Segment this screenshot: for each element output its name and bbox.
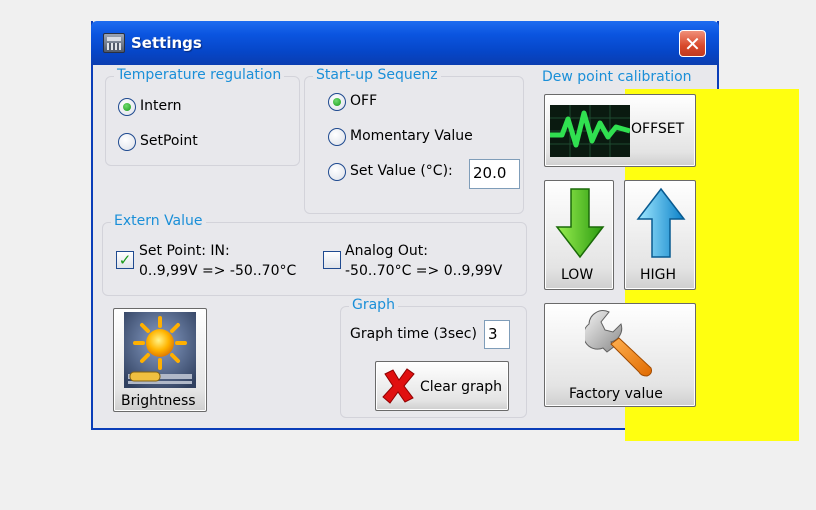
analog-out-checkbox[interactable]	[323, 251, 341, 269]
window-title: Settings	[131, 34, 202, 52]
set-value-label[interactable]: Set Value (°C):	[350, 163, 453, 179]
app-icon	[103, 33, 125, 53]
analog-out-label-line1[interactable]: Analog Out:	[345, 243, 428, 259]
set-value-radio[interactable]	[328, 163, 346, 181]
momentary-value-radio[interactable]	[328, 128, 346, 146]
close-button[interactable]: ✕	[679, 30, 706, 57]
brightness-label: Brightness	[121, 393, 196, 409]
close-icon: ✕	[684, 31, 701, 56]
momentary-value-label[interactable]: Momentary Value	[350, 128, 473, 144]
graph-time-label: Graph time (3sec)	[350, 326, 477, 342]
checkmark-icon: ✓	[118, 251, 132, 269]
graph-time-input[interactable]: 3	[484, 320, 510, 349]
waveform-icon	[550, 105, 630, 157]
setpoint-label[interactable]: SetPoint	[140, 133, 198, 149]
clear-graph-button[interactable]: Clear graph	[375, 361, 509, 411]
wrench-icon	[585, 310, 652, 377]
offset-label: OFFSET	[631, 121, 685, 137]
clear-graph-label: Clear graph	[420, 379, 503, 395]
startup-sequence-legend: Start-up Sequenz	[313, 67, 441, 83]
setpoint-radio[interactable]	[118, 133, 136, 151]
low-button[interactable]: LOW	[544, 180, 614, 290]
startup-off-radio[interactable]	[328, 93, 346, 111]
analog-out-label-line2[interactable]: -50..70°C => 0..9,99V	[345, 263, 502, 279]
sun-slider-icon	[124, 312, 196, 388]
high-button[interactable]: HIGH	[624, 180, 696, 290]
factory-value-label: Factory value	[569, 386, 663, 402]
high-label: HIGH	[640, 267, 677, 283]
red-x-icon	[382, 368, 415, 404]
brightness-button[interactable]: Brightness	[113, 308, 207, 412]
intern-label[interactable]: Intern	[140, 98, 182, 114]
title-bar[interactable]: Settings ✕	[91, 21, 719, 65]
low-label: LOW	[561, 267, 594, 283]
temperature-regulation-legend: Temperature regulation	[114, 67, 285, 83]
dew-point-legend: Dew point calibration	[542, 69, 692, 85]
graph-legend: Graph	[349, 297, 398, 313]
set-value-input[interactable]: 20.0	[469, 159, 520, 189]
factory-value-button[interactable]: Factory value	[544, 303, 696, 407]
extern-value-legend: Extern Value	[111, 213, 206, 229]
intern-radio[interactable]	[118, 98, 136, 116]
startup-off-label[interactable]: OFF	[350, 93, 377, 109]
extern-value-group: Extern Value	[102, 213, 527, 296]
settings-window: Settings ✕ Temperature regulation Intern…	[91, 21, 799, 441]
set-point-label-line1[interactable]: Set Point: IN:	[139, 243, 230, 259]
set-point-label-line2[interactable]: 0..9,99V => -50..70°C	[139, 263, 296, 279]
temperature-regulation-group: Temperature regulation	[105, 67, 300, 166]
set-point-checkbox[interactable]: ✓	[116, 251, 134, 269]
offset-button[interactable]: OFFSET	[544, 94, 696, 167]
arrow-down-icon	[555, 188, 605, 259]
arrow-up-icon	[636, 187, 686, 258]
